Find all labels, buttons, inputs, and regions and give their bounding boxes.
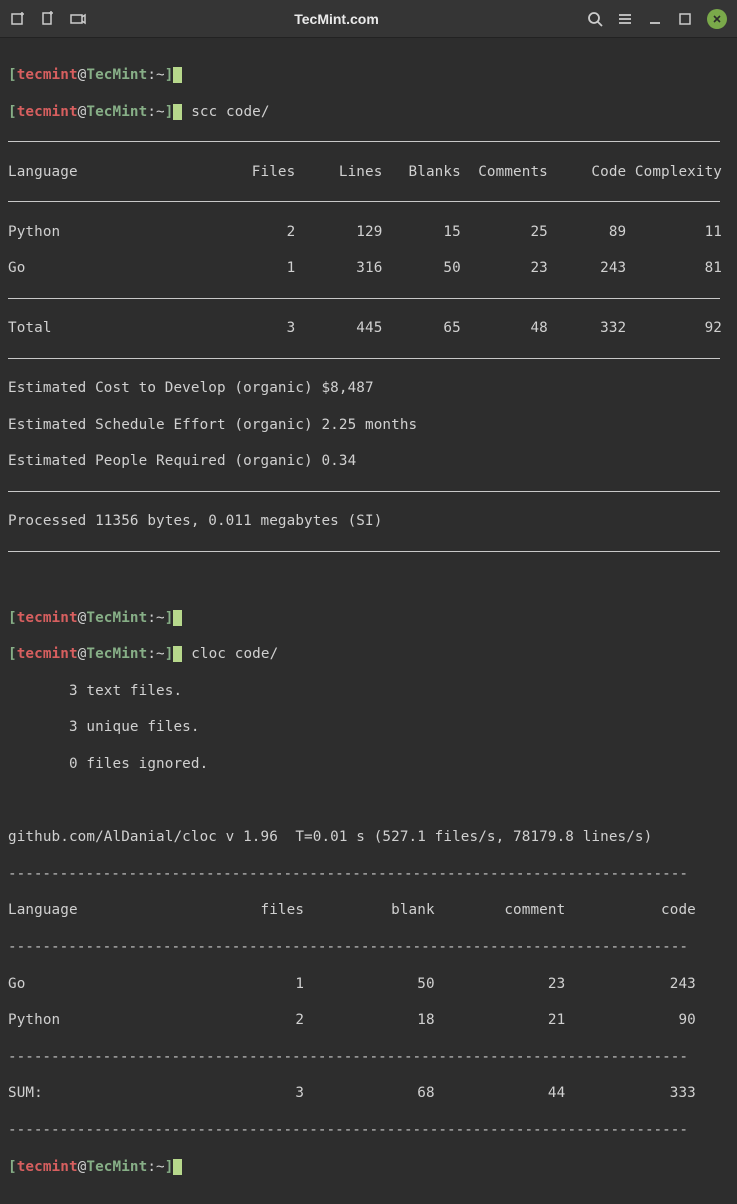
- close-button[interactable]: [707, 9, 727, 29]
- dash-divider: ----------------------------------------…: [8, 938, 729, 956]
- minimize-icon[interactable]: [647, 11, 663, 27]
- cloc-banner: github.com/AlDanial/cloc v 1.96 T=0.01 s…: [8, 828, 729, 846]
- cloc-header-row: Language files blank comment code: [8, 901, 729, 919]
- table-row: Go 1 50 23 243: [8, 975, 729, 993]
- cursor-icon: [173, 1159, 182, 1175]
- divider: [8, 358, 720, 359]
- terminal-output[interactable]: [tecmint@TecMint:~] [tecmint@TecMint:~] …: [0, 38, 737, 1204]
- dash-divider: ----------------------------------------…: [8, 1121, 729, 1139]
- scc-total-row: Total 3 445 65 48 332 92: [8, 319, 729, 337]
- cursor-icon: [173, 67, 182, 83]
- divider: [8, 298, 720, 299]
- menu-icon[interactable]: [617, 11, 633, 27]
- blank-line: [8, 792, 729, 810]
- titlebar: TecMint.com: [0, 0, 737, 38]
- cloc-unique-files: 3 unique files.: [8, 718, 729, 736]
- window-title: TecMint.com: [86, 11, 587, 27]
- broadcast-icon[interactable]: [70, 11, 86, 27]
- cursor-icon: [173, 610, 182, 626]
- cloc-sum-row: SUM: 3 68 44 333: [8, 1084, 729, 1102]
- new-window-icon[interactable]: [40, 11, 56, 27]
- prompt-line: [tecmint@TecMint:~]: [8, 609, 729, 627]
- scc-header-row: Language Files Lines Blanks Comments Cod…: [8, 163, 729, 181]
- table-row: Python 2 129 15 25 89 11: [8, 223, 729, 241]
- cursor-icon: [173, 646, 182, 662]
- cursor-icon: [173, 104, 182, 120]
- titlebar-left: [10, 11, 86, 27]
- command-text: scc code/: [191, 104, 269, 120]
- new-tab-icon[interactable]: [10, 11, 26, 27]
- divider: [8, 551, 720, 552]
- prompt-line-cloc: [tecmint@TecMint:~] cloc code/: [8, 645, 729, 663]
- titlebar-right: [587, 9, 727, 29]
- divider: [8, 491, 720, 492]
- table-row: Python 2 18 21 90: [8, 1011, 729, 1029]
- command-text: cloc code/: [191, 646, 278, 662]
- cloc-ignored: 0 files ignored.: [8, 755, 729, 773]
- scc-processed: Processed 11356 bytes, 0.011 megabytes (…: [8, 512, 729, 530]
- cloc-text-files: 3 text files.: [8, 682, 729, 700]
- maximize-icon[interactable]: [677, 11, 693, 27]
- scc-est-cost: Estimated Cost to Develop (organic) $8,4…: [8, 379, 729, 397]
- search-icon[interactable]: [587, 11, 603, 27]
- table-row: Go 1 316 50 23 243 81: [8, 259, 729, 277]
- scc-est-people: Estimated People Required (organic) 0.34: [8, 452, 729, 470]
- blank-line: [8, 572, 729, 590]
- prompt-line-scc: [tecmint@TecMint:~] scc code/: [8, 103, 729, 121]
- scc-est-sched: Estimated Schedule Effort (organic) 2.25…: [8, 416, 729, 434]
- prompt-line: [tecmint@TecMint:~]: [8, 1158, 729, 1176]
- divider: [8, 141, 720, 142]
- dash-divider: ----------------------------------------…: [8, 1048, 729, 1066]
- dash-divider: ----------------------------------------…: [8, 865, 729, 883]
- prompt-line: [tecmint@TecMint:~]: [8, 66, 729, 84]
- divider: [8, 201, 720, 202]
